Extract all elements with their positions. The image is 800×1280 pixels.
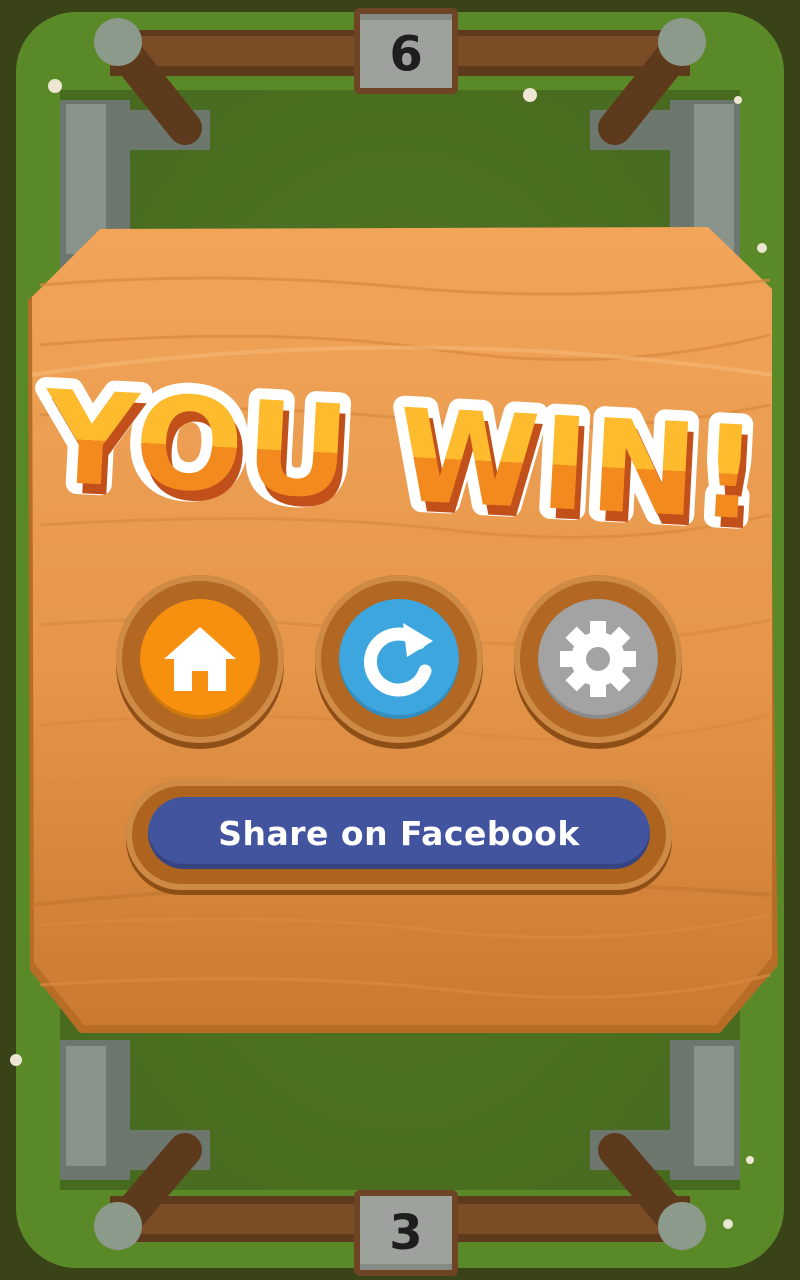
gear-icon	[560, 621, 636, 697]
top-score-plate: 9	[354, 8, 458, 94]
you-win-title: YOU WIN! YOU WIN! YOU WIN!	[30, 360, 775, 560]
bottom-score: 3	[389, 1205, 423, 1261]
settings-button[interactable]	[514, 575, 682, 743]
share-facebook-button[interactable]: Share on Facebook	[148, 797, 650, 869]
home-button-face[interactable]	[140, 599, 260, 719]
home-button[interactable]	[116, 575, 284, 743]
restart-button-face[interactable]	[339, 599, 459, 719]
restart-button[interactable]	[315, 575, 483, 743]
top-score: 9	[389, 23, 423, 79]
restart-icon	[364, 623, 433, 697]
bottom-score-plate: 3	[354, 1190, 458, 1276]
home-icon	[164, 627, 236, 691]
settings-button-face[interactable]	[538, 599, 658, 719]
share-button-frame: Share on Facebook	[126, 780, 672, 890]
